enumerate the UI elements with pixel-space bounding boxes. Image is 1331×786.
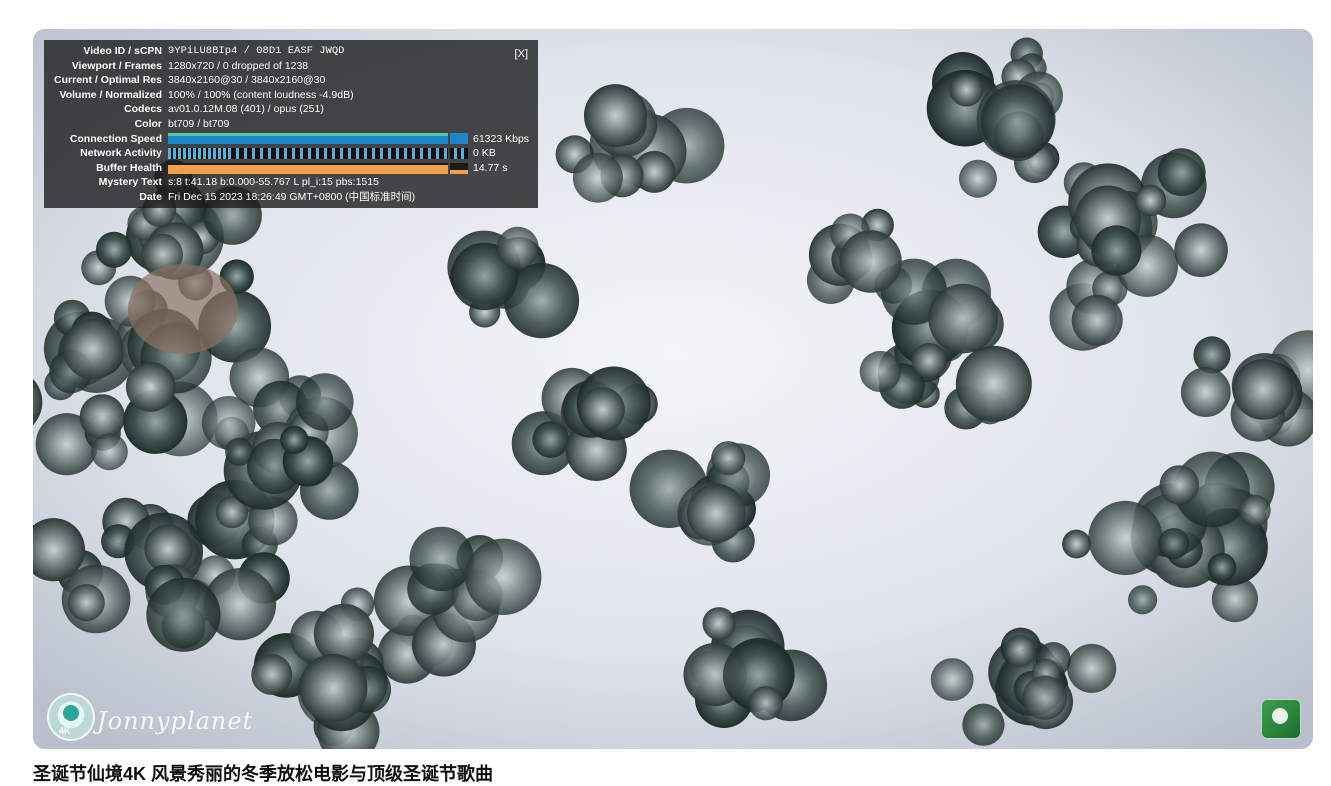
tree-canopy xyxy=(1193,336,1231,374)
stats-row-codecs: Codecs av01.0.12M.08 (401) / opus (251) xyxy=(124,103,324,116)
signature-watermark: Jonnyplanet xyxy=(97,707,254,735)
tree-canopy xyxy=(280,425,309,454)
tree-canopy xyxy=(1091,225,1142,276)
tree-canopy xyxy=(225,437,254,466)
tree-canopy xyxy=(125,362,176,412)
stats-row-connection-speed: Connection Speed 61323 Kbps xyxy=(69,132,530,145)
tree-canopy xyxy=(687,483,746,543)
video-player[interactable]: [X] Video ID / sCPN 9YPiLU8BIp4 / 08D1 E… xyxy=(33,29,1313,749)
tree-canopy xyxy=(465,538,542,615)
tree-canopy xyxy=(79,394,125,440)
tree-canopy xyxy=(296,373,354,431)
tree-canopy xyxy=(1180,367,1231,417)
stats-for-nerds-panel: [X] Video ID / sCPN 9YPiLU8BIp4 / 08D1 E… xyxy=(44,40,538,208)
stats-row-resolution: Current / Optimal Res 3840x2160@30 / 384… xyxy=(54,74,326,87)
tree-canopy xyxy=(1067,643,1117,693)
tree-canopy xyxy=(1239,494,1271,527)
tree-canopy xyxy=(62,318,124,380)
tree-canopy xyxy=(839,230,902,293)
tree-canopy xyxy=(409,526,474,592)
tree-canopy xyxy=(980,84,1055,158)
stats-row-video-id: Video ID / sCPN 9YPiLU8BIp4 / 08D1 EASF … xyxy=(83,45,345,57)
tree-canopy xyxy=(1174,223,1228,277)
tree-canopy xyxy=(67,584,105,622)
tree-canopy xyxy=(1157,148,1206,197)
tree-canopy xyxy=(1062,529,1091,559)
tree-canopy xyxy=(572,152,623,203)
tree-canopy xyxy=(584,84,647,148)
tree-canopy xyxy=(91,433,128,471)
tree-canopy xyxy=(1159,465,1200,505)
connection-speed-graph-tail xyxy=(450,133,468,145)
tree-canopy xyxy=(959,159,997,198)
channel-4k-logo-icon: 4K xyxy=(47,693,95,741)
stats-row-viewport: Viewport / Frames 1280x720 / 0 dropped o… xyxy=(71,59,309,72)
tree-canopy xyxy=(1232,359,1294,420)
stats-row-color: Color bt709 / bt709 xyxy=(134,117,230,130)
brown-tree-patch xyxy=(128,264,238,354)
tree-canopy xyxy=(313,603,374,665)
tree-canopy xyxy=(146,577,221,652)
buffer-health-graph xyxy=(168,162,448,174)
tree-canopy xyxy=(96,231,132,268)
tree-canopy xyxy=(949,72,984,107)
tree-canopy xyxy=(711,441,746,476)
stats-row-mystery-text: Mystery Text s:8 t:41.18 b:0.000-55.767 … xyxy=(98,176,379,189)
tree-canopy xyxy=(251,654,293,695)
video-title: 圣诞节仙境4K 风景秀丽的冬季放松电影与顶级圣诞节歌曲 xyxy=(33,764,494,784)
buffer-health-graph-tail xyxy=(450,162,468,174)
tree-canopy xyxy=(1004,635,1036,667)
tree-canopy xyxy=(1128,585,1158,615)
connection-speed-graph xyxy=(168,133,448,145)
stats-row-volume: Volume / Normalized 100% / 100% (content… xyxy=(59,88,354,101)
tree-canopy xyxy=(1158,528,1190,560)
stats-row-network-activity: Network Activity 0 KB xyxy=(80,147,496,160)
tree-canopy xyxy=(911,343,947,379)
tree-canopy xyxy=(579,387,625,433)
close-stats-button[interactable]: [X] xyxy=(515,47,528,62)
stats-row-date: Date Fri Dec 15 2023 18:26:49 GMT+0800 (… xyxy=(139,190,416,203)
tree-canopy xyxy=(702,607,736,641)
tree-canopy xyxy=(299,654,368,723)
tree-canopy xyxy=(859,350,901,393)
tree-canopy xyxy=(1134,184,1167,217)
tree-canopy xyxy=(928,283,998,354)
tree-canopy xyxy=(748,686,783,721)
tree-canopy xyxy=(930,658,974,701)
network-activity-graph xyxy=(168,147,448,159)
tree-canopy xyxy=(1088,500,1163,576)
tree-canopy xyxy=(955,345,1032,422)
tree-canopy xyxy=(962,703,1005,746)
tree-canopy xyxy=(1071,294,1123,346)
stats-row-buffer-health: Buffer Health 14.77 s xyxy=(96,161,508,174)
tree-canopy xyxy=(1022,675,1067,720)
network-activity-graph-tail xyxy=(450,147,468,159)
channel-branding-icon[interactable] xyxy=(1261,699,1301,739)
tree-canopy xyxy=(1207,553,1237,582)
tree-canopy xyxy=(496,226,539,269)
